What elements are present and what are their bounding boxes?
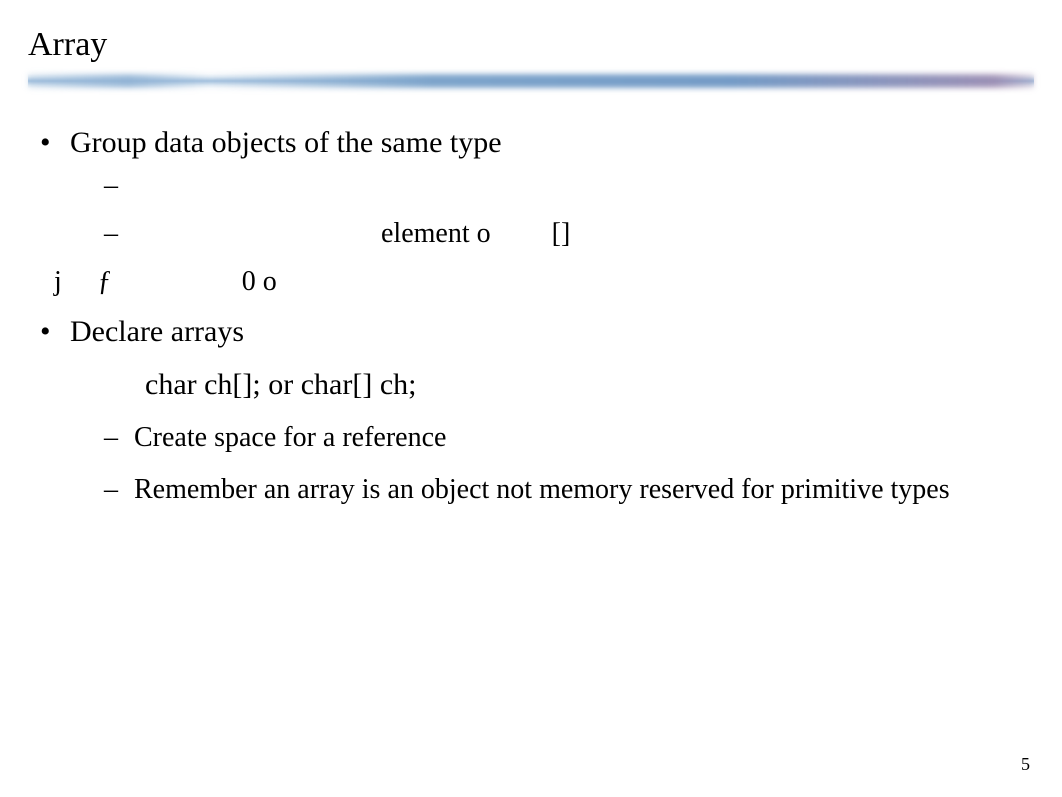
stray-a: j xyxy=(54,266,62,297)
element-label: element o xyxy=(381,213,491,255)
sub-dash-item: Create space for a reference xyxy=(104,417,1034,459)
dash-marker: – xyxy=(104,165,134,207)
sub-dash-list: Create space for a reference Remember an… xyxy=(70,417,1034,511)
dash-marker: – xyxy=(104,213,134,255)
title-divider xyxy=(28,74,1034,88)
bullet-item: Group data objects of the same type – – … xyxy=(40,120,1034,255)
sub-dash-element: – element o [] xyxy=(104,213,1034,255)
bullet-text: Declare arrays xyxy=(70,315,244,348)
sub-dash-text: Create space for a reference xyxy=(134,422,446,453)
sub-dash-item: Remember an array is an object not memor… xyxy=(104,469,1034,511)
sub-dash-empty: – xyxy=(104,165,1034,207)
stray-c: 0 o xyxy=(242,266,277,297)
slide-title: Array xyxy=(28,26,1034,64)
code-declaration: char ch[]; or char[] ch; xyxy=(70,362,1034,407)
bullet-item: Declare arrays char ch[]; or char[] ch; … xyxy=(40,309,1034,511)
page-number: 5 xyxy=(1021,754,1030,775)
bracket-label: [] xyxy=(552,213,571,255)
bullet-list: Declare arrays char ch[]; or char[] ch; … xyxy=(28,309,1034,511)
slide-container: Array Group data objects of the same typ… xyxy=(0,0,1062,797)
sub-dash-text: Remember an array is an object not memor… xyxy=(134,474,950,505)
slide-content: Group data objects of the same type – – … xyxy=(28,120,1034,511)
stray-b: ƒ xyxy=(98,266,112,297)
bullet-text: Group data objects of the same type xyxy=(70,126,502,159)
stray-line: j ƒ 0 o xyxy=(54,261,1034,303)
bullet-list: Group data objects of the same type – – … xyxy=(28,120,1034,255)
